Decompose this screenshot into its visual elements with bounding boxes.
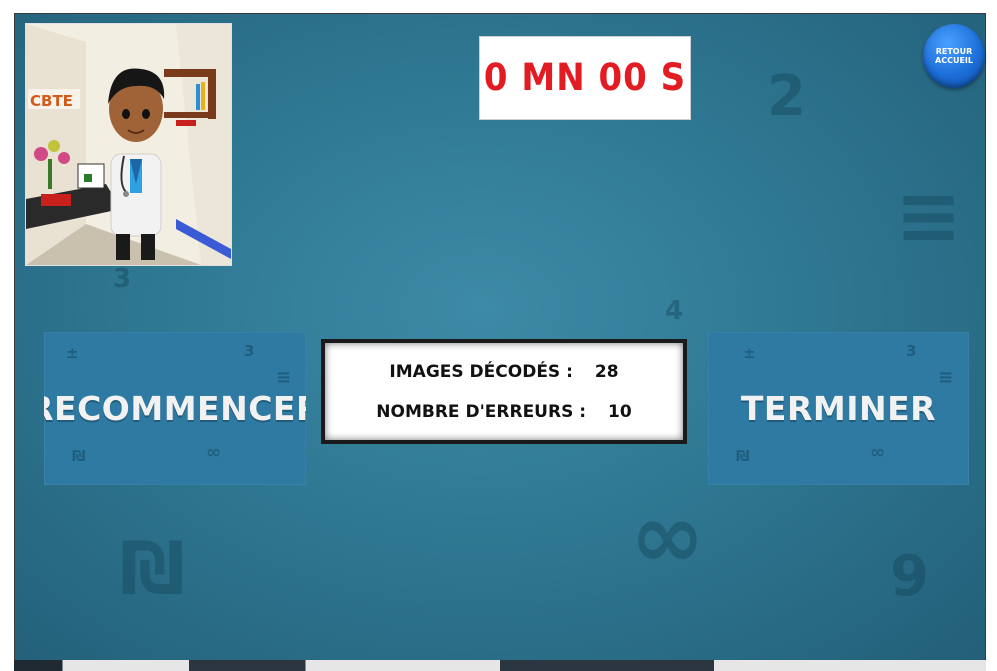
- decoded-images-value: 28: [594, 361, 619, 382]
- background-symbol-two: 2: [767, 64, 806, 129]
- background-symbol-infinity: ∞: [630, 484, 705, 589]
- background-symbol-four: 4: [665, 296, 684, 326]
- decoded-images-row: IMAGES DÉCODÉS : 28: [325, 362, 683, 382]
- decoded-images-label: IMAGES DÉCODÉS :: [389, 361, 573, 382]
- doctor-avatar-image: CBTE: [25, 23, 232, 266]
- background-symbol-triple-bar: ≡: [895, 169, 963, 262]
- button-deco-triple-bar: ≡: [276, 367, 292, 388]
- button-deco-triple-bar: ≡: [938, 367, 954, 388]
- error-count-value: 10: [608, 401, 632, 422]
- restart-button-label: RECOMMENCER: [44, 389, 306, 428]
- button-deco-plus-minus: ±: [66, 344, 79, 362]
- button-deco-infinity: ∞: [870, 442, 885, 463]
- background-symbol-nine: 9: [890, 544, 929, 609]
- error-count-label: NOMBRE D'ERREURS :: [376, 401, 587, 422]
- bottom-strip: [14, 660, 986, 671]
- avatar-sign-text: CBTE: [30, 92, 73, 110]
- timer-display: 0 MN 00 S: [479, 36, 691, 120]
- button-deco-plus-minus: ±: [743, 344, 756, 362]
- button-deco-shekel: ₪: [736, 447, 750, 465]
- button-deco-infinity: ∞: [206, 442, 221, 463]
- button-deco-three: 3: [906, 342, 917, 360]
- background-symbol-shekel: ₪: [120, 526, 186, 610]
- timer-text: 0 MN 00 S: [483, 56, 687, 100]
- results-panel: IMAGES DÉCODÉS : 28 NOMBRE D'ERREURS : 1…: [321, 339, 687, 444]
- finish-button-label: TERMINER: [740, 389, 937, 428]
- home-button[interactable]: RETOUR ACCUEIL: [923, 24, 985, 88]
- button-deco-three: 3: [244, 342, 255, 360]
- background-symbol-three: 3: [113, 264, 132, 294]
- button-deco-shekel: ₪: [72, 447, 86, 465]
- home-button-label-line2: ACCUEIL: [935, 56, 973, 65]
- home-button-label-line1: RETOUR: [935, 47, 973, 56]
- error-count-row: NOMBRE D'ERREURS : 10: [325, 402, 683, 422]
- finish-button[interactable]: ± 3 ≡ ₪ ∞ TERMINER: [708, 332, 969, 485]
- restart-button[interactable]: ± 3 ≡ ₪ ∞ RECOMMENCER: [44, 332, 306, 485]
